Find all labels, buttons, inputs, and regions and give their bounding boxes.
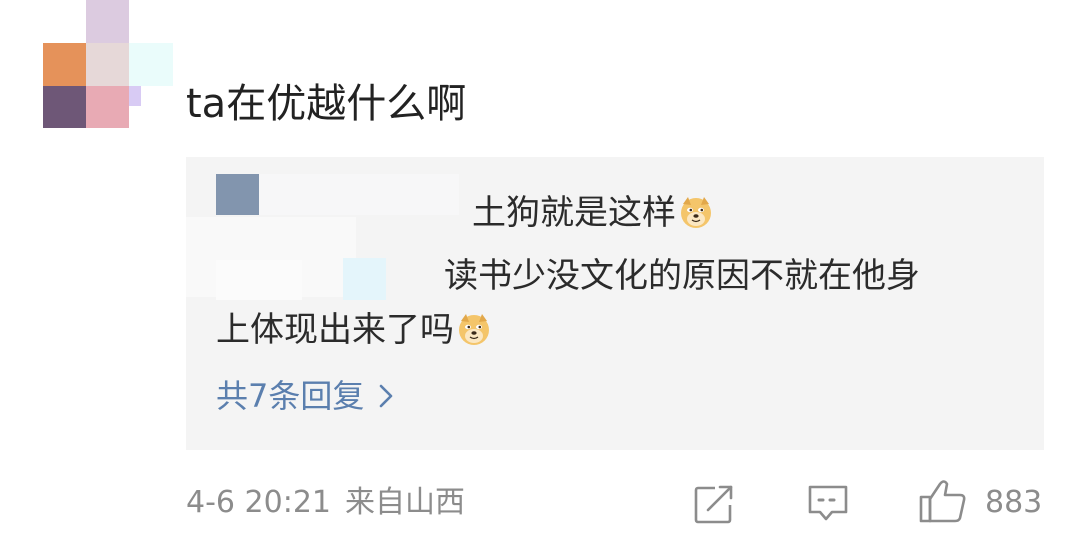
thumbs-up-icon[interactable] <box>918 478 968 524</box>
timestamp: 4-6 20:21 <box>186 485 331 520</box>
redacted-username <box>216 174 259 215</box>
doge-emoji-icon <box>459 314 489 345</box>
reply-text-line: 土狗就是这样 <box>472 190 714 236</box>
like-count: 883 <box>985 485 1043 520</box>
view-all-replies-label: 共7条回复 <box>216 377 365 415</box>
reply-text-line: 上体现出来了吗 <box>216 307 492 353</box>
doge-emoji-icon <box>681 197 711 228</box>
comment-text: ta在优越什么啊 <box>186 81 467 127</box>
reply-preview-box[interactable]: 土狗就是这样 读书少没文化的原因不就在他身 上体现出来了吗 共7条回复 <box>186 157 1044 450</box>
share-icon[interactable] <box>693 483 737 525</box>
comment-icon[interactable] <box>806 484 850 524</box>
location-source: 来自山西 <box>345 485 465 520</box>
avatar[interactable] <box>43 0 173 128</box>
view-all-replies-link[interactable]: 共7条回复 <box>216 374 394 418</box>
chevron-right-icon <box>380 384 393 408</box>
comment-card: ta在优越什么啊 土狗就是这样 读书少没文化的原因不就在他身 上体现出来了吗 共… <box>0 0 1080 543</box>
redacted-username <box>343 258 386 300</box>
reply-text-line: 读书少没文化的原因不就在他身 <box>444 256 920 296</box>
redacted-username <box>259 174 459 215</box>
comment-meta: 4-6 20:21 来自山西 <box>186 482 465 524</box>
redacted-username <box>216 260 302 300</box>
